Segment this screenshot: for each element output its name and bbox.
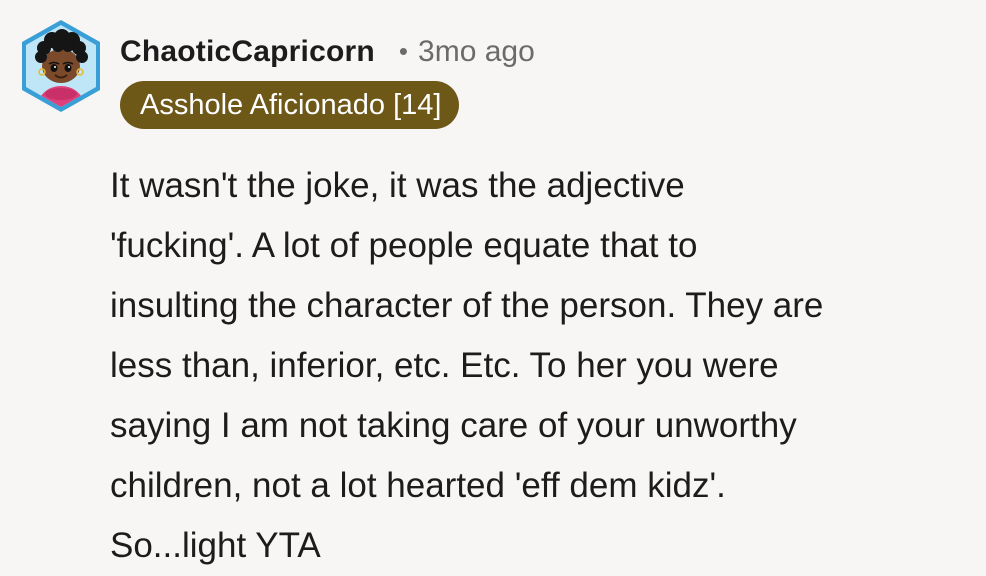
snoo-avatar-icon xyxy=(22,20,100,112)
comment-body-line: It wasn't the joke, it was the adjective xyxy=(110,166,685,205)
meta-separator: • xyxy=(398,35,409,66)
user-avatar[interactable] xyxy=(18,18,104,114)
comment-timestamp[interactable]: 3mo ago xyxy=(418,35,535,69)
comment-body-line: saying I am not taking care of your unwo… xyxy=(110,406,797,445)
user-flair-badge: Asshole Aficionado [14] xyxy=(120,81,460,129)
username-link[interactable]: ChaoticCapricorn xyxy=(120,35,375,69)
comment-body-line: children, not a lot hearted 'eff dem kid… xyxy=(110,466,726,505)
comment-body-line: insulting the character of the person. T… xyxy=(110,286,824,325)
comment-body-line: 'fucking'. A lot of people equate that t… xyxy=(110,226,698,265)
comment: ChaoticCapricorn • 3mo ago Asshole Afici… xyxy=(0,0,986,573)
comment-body-line: So...light YTA xyxy=(110,526,321,565)
comment-header: ChaoticCapricorn • 3mo ago xyxy=(120,28,535,76)
comment-body: It wasn't the joke, it was the adjective… xyxy=(110,156,970,576)
comment-body-line: less than, inferior, etc. Etc. To her yo… xyxy=(110,346,779,385)
